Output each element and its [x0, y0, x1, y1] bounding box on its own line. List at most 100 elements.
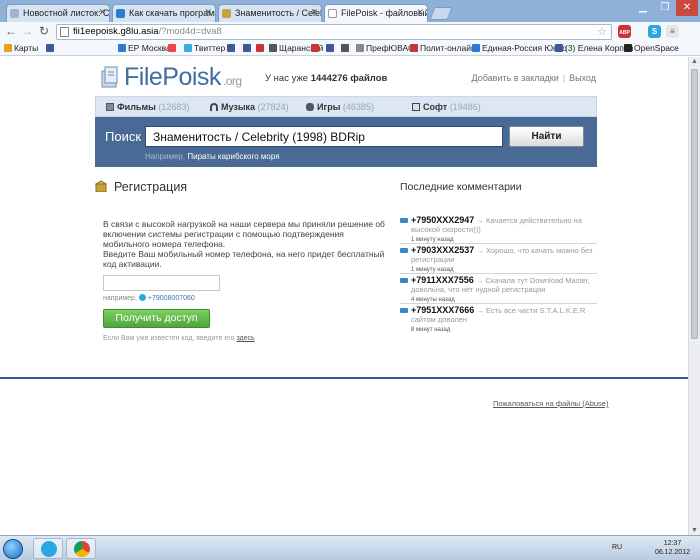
comment-icon: [400, 218, 408, 223]
clock[interactable]: 12:37 06.12.2012: [655, 539, 690, 557]
divider: [400, 303, 597, 304]
facebook-icon: [555, 44, 563, 52]
maximize-icon[interactable]: ❐: [654, 0, 676, 16]
bookmark-item[interactable]: [311, 43, 321, 53]
page-icon: [328, 9, 337, 18]
url-path: /?mod4d=dva8: [158, 26, 222, 37]
menu-icon[interactable]: ≡: [666, 25, 679, 38]
scrollbar-thumb[interactable]: [691, 69, 698, 339]
skype-icon: [138, 294, 146, 301]
bookmark-item[interactable]: [326, 43, 336, 53]
browser-tab[interactable]: Как скачать программы ✕: [112, 4, 216, 22]
page-scrollbar[interactable]: ▲ ▼: [688, 57, 700, 535]
top-links: Добавить в закладки | Выход: [471, 73, 596, 83]
bookmark-item[interactable]: ЕР Москва: [118, 43, 171, 53]
bookmark-item[interactable]: [341, 43, 351, 53]
registration-text: В связи с высокой нагрузкой на наши серв…: [103, 219, 385, 249]
close-window-icon[interactable]: ✕: [676, 0, 698, 16]
comment-author[interactable]: +7950XXX2947: [411, 215, 474, 225]
add-bookmark-link[interactable]: Добавить в закладки: [472, 73, 559, 83]
comment-author[interactable]: +7911XXX7556: [411, 275, 474, 285]
search-example-link[interactable]: Пираты карибского моря: [187, 152, 279, 161]
filepoisk-logo-icon: [101, 66, 118, 88]
search-panel: Поиск Найти Например, Пираты карибского …: [95, 117, 597, 167]
close-icon[interactable]: ✕: [98, 7, 106, 18]
browser-tab-active[interactable]: FilePoisk - файловый пои ✕: [324, 4, 428, 22]
search-label: Поиск: [105, 129, 142, 144]
adblock-icon[interactable]: ABP: [618, 25, 631, 38]
file-stats: У нас уже 1444276 файлов: [265, 73, 388, 84]
tab-title: Знаменитость / Celebrity: [235, 8, 321, 18]
box-icon: [222, 9, 231, 18]
category-bar: Фильмы (12683) Музыка (27824) Игры (4638…: [95, 96, 597, 117]
comment-icon: [400, 248, 408, 253]
comment-item: +7911XXX7556 → Скачала тут Download Mast…: [400, 276, 597, 305]
site-logo[interactable]: FilePoisk .org: [124, 63, 242, 92]
skype-icon[interactable]: S: [648, 25, 661, 38]
close-icon[interactable]: ✕: [204, 7, 212, 18]
bookmark-item[interactable]: Твиттер: [184, 43, 225, 53]
film-icon: [106, 103, 114, 111]
taskbar-chrome[interactable]: [66, 538, 96, 559]
browser-tab-bar: Новостной листок: Сам ✕ Как скачать прог…: [0, 0, 700, 22]
back-icon[interactable]: ←: [4, 24, 18, 38]
apps-icon: [4, 44, 12, 52]
get-access-button[interactable]: Получить доступ: [103, 309, 210, 328]
facebook-icon: [46, 44, 54, 52]
bookmark-item[interactable]: [46, 43, 56, 53]
start-button[interactable]: [3, 539, 23, 559]
comment-author[interactable]: +7951XXX7666: [411, 305, 474, 315]
close-icon[interactable]: ✕: [310, 7, 318, 18]
vk-icon: [326, 44, 334, 52]
close-icon[interactable]: ✕: [416, 7, 424, 18]
minimize-icon[interactable]: ▁: [632, 0, 654, 16]
page-icon: [341, 44, 349, 52]
category-games[interactable]: Игры (46385): [306, 102, 374, 112]
youtube-icon: [168, 44, 176, 52]
page-icon: [118, 44, 126, 52]
tab-title: FilePoisk - файловый пои: [341, 8, 428, 18]
search-button[interactable]: Найти: [509, 126, 584, 147]
bookmark-item[interactable]: [256, 43, 266, 53]
address-bar[interactable]: fii1eepoisk.g8lu.asia/?mod4d=dva8 ☆: [56, 24, 612, 40]
search-input[interactable]: [145, 126, 503, 147]
bookmark-item[interactable]: [227, 43, 237, 53]
bookmark-item[interactable]: (3) Елена Корпан: [555, 43, 633, 53]
web-page: FilePoisk .org У нас уже 1444276 файлов Д…: [0, 57, 688, 535]
language-indicator[interactable]: RU: [612, 544, 622, 551]
scroll-up-icon[interactable]: ▲: [691, 58, 698, 65]
bookmarks-bar: Карты ЕР Москва Твиттер Щаранский ПрефЮВ…: [0, 42, 700, 56]
browser-tab[interactable]: Новостной листок: Сам ✕: [6, 4, 110, 22]
tab-title: Как скачать программы: [129, 8, 215, 18]
bookmark-item[interactable]: [168, 43, 178, 53]
exit-link[interactable]: Выход: [569, 73, 596, 83]
bookmark-item[interactable]: Полит-онлайн: [410, 43, 476, 53]
bookmark-item[interactable]: Карты: [4, 43, 38, 53]
abuse-link[interactable]: Пожаловаться на файлы (Abuse): [493, 399, 608, 408]
taskbar-skype[interactable]: [33, 538, 63, 559]
footer-divider: [0, 377, 688, 379]
scroll-down-icon[interactable]: ▼: [691, 527, 698, 534]
bookmark-item[interactable]: OpenSpace: [624, 43, 679, 53]
page-icon: [116, 9, 125, 18]
forward-icon[interactable]: →: [20, 24, 34, 38]
bookmark-item[interactable]: [243, 43, 253, 53]
star-icon[interactable]: ☆: [597, 25, 607, 39]
category-software[interactable]: Софт (19486): [412, 102, 481, 112]
phone-number-input[interactable]: [103, 275, 220, 291]
comment-item: +7903XXX2537 → Хорошо, что качать можно …: [400, 246, 597, 275]
category-music[interactable]: Музыка (27824): [210, 102, 289, 112]
youtube-icon: [311, 44, 319, 52]
reload-icon[interactable]: ↻: [37, 24, 51, 38]
registration-instruction: Введите Ваш мобильный номер телефона, на…: [103, 249, 385, 269]
new-tab-button[interactable]: [429, 7, 453, 20]
bookmark-item[interactable]: ПрефЮВАО: [356, 43, 415, 53]
browser-tab[interactable]: Знаменитость / Celebrity ✕: [218, 4, 322, 22]
divider: [400, 273, 597, 274]
tab-title: Новостной листок: Сам: [23, 8, 110, 18]
comment-author[interactable]: +7903XXX2537: [411, 245, 474, 255]
headphones-icon: [210, 103, 218, 111]
category-movies[interactable]: Фильмы (12683): [106, 102, 189, 112]
bookmark-item[interactable]: Единая-Россия Ювао: [472, 43, 567, 53]
enter-code-link[interactable]: здесь: [236, 335, 254, 342]
